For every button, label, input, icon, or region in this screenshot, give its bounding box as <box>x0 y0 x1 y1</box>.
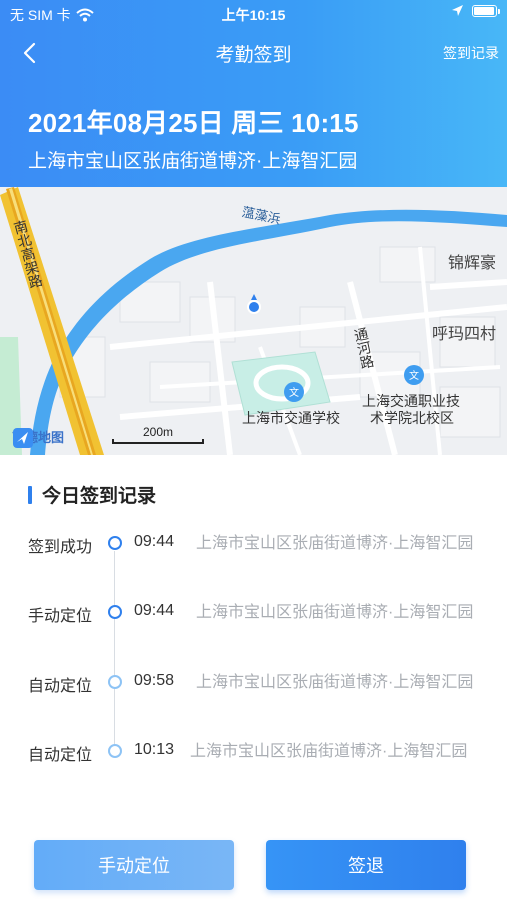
page-title: 考勤签到 <box>215 45 292 66</box>
amap-icon <box>13 428 33 448</box>
school-poi-icon: 文 <box>284 382 304 402</box>
college-poi-icon: 文 <box>404 365 424 385</box>
amap-logo: 高德地图 <box>12 427 64 448</box>
record-status: 自动定位 <box>28 747 93 764</box>
svg-text:文: 文 <box>289 386 299 399</box>
timeline-dot <box>108 536 122 550</box>
svg-text:文: 文 <box>409 369 419 382</box>
records-title: 今日签到记录 <box>42 486 157 507</box>
map-view[interactable]: 文 文 蕰藻浜 南北高架路 通河路 锦辉豪 呼玛四村 上海市交通学校 上海交通职… <box>0 187 507 455</box>
record-address: 上海市宝山区张庙街道博济·上海智汇园 <box>196 674 474 691</box>
record-time: 09:44 <box>134 533 175 550</box>
checkin-history-link[interactable]: 签到记录 <box>443 43 499 63</box>
record-item[interactable]: 自动定位 10:13 上海市宝山区张庙街道博济·上海智汇园 <box>0 733 507 803</box>
timeline-dot <box>108 605 122 619</box>
record-status: 自动定位 <box>28 678 93 695</box>
battery-icon <box>472 4 500 17</box>
sign-out-button[interactable]: 签退 <box>266 840 466 890</box>
title-accent-bar <box>28 485 32 504</box>
record-time: 10:13 <box>134 741 175 758</box>
current-location-marker <box>247 294 261 314</box>
status-time: 上午10:15 <box>221 7 286 23</box>
section-title: 今日签到记录 <box>28 481 156 508</box>
navbar: 考勤签到 签到记录 <box>0 30 507 76</box>
record-item[interactable]: 自动定位 09:58 上海市宝山区张庙街道博济·上海智汇园 <box>0 664 507 734</box>
timeline-dot <box>108 744 122 758</box>
current-address: 上海市宝山区张庙街道博济·上海智汇园 <box>28 151 358 172</box>
location-arrow-icon <box>452 5 463 16</box>
map-scale-bar <box>112 439 204 444</box>
status-bar: 无 SIM 卡 上午10:15 <box>0 0 507 28</box>
status-right <box>451 4 500 17</box>
map-label-college-2: 术学院北校区 <box>370 410 454 426</box>
map-label-huma: 呼玛四村 <box>432 326 497 343</box>
record-address: 上海市宝山区张庙街道博济·上海智汇园 <box>190 743 468 760</box>
manual-locate-button[interactable]: 手动定位 <box>34 840 234 890</box>
record-item[interactable]: 签到成功 09:44 上海市宝山区张庙街道博济·上海智汇园 <box>0 525 507 595</box>
map-label-jinhui: 锦辉豪 <box>448 255 497 272</box>
current-datetime: 2021年08月25日 周三 10:15 <box>28 108 359 138</box>
record-address: 上海市宝山区张庙街道博济·上海智汇园 <box>196 604 474 621</box>
record-time: 09:44 <box>134 602 175 619</box>
record-status: 手动定位 <box>28 608 93 625</box>
header: 无 SIM 卡 上午10:15 考勤签到 签到记录 2021年08月25日 周三 <box>0 0 507 187</box>
map-scale-label: 200m <box>142 425 174 439</box>
battery-level <box>474 6 494 15</box>
map-label-school: 上海市交通学校 <box>242 410 340 426</box>
map-scale: 200m <box>112 425 204 447</box>
record-address: 上海市宝山区张庙街道博济·上海智汇园 <box>196 535 474 552</box>
record-status: 签到成功 <box>28 539 93 556</box>
timeline-dot <box>108 675 122 689</box>
record-item[interactable]: 手动定位 09:44 上海市宝山区张庙街道博济·上海智汇园 <box>0 594 507 664</box>
record-time: 09:58 <box>134 672 175 689</box>
